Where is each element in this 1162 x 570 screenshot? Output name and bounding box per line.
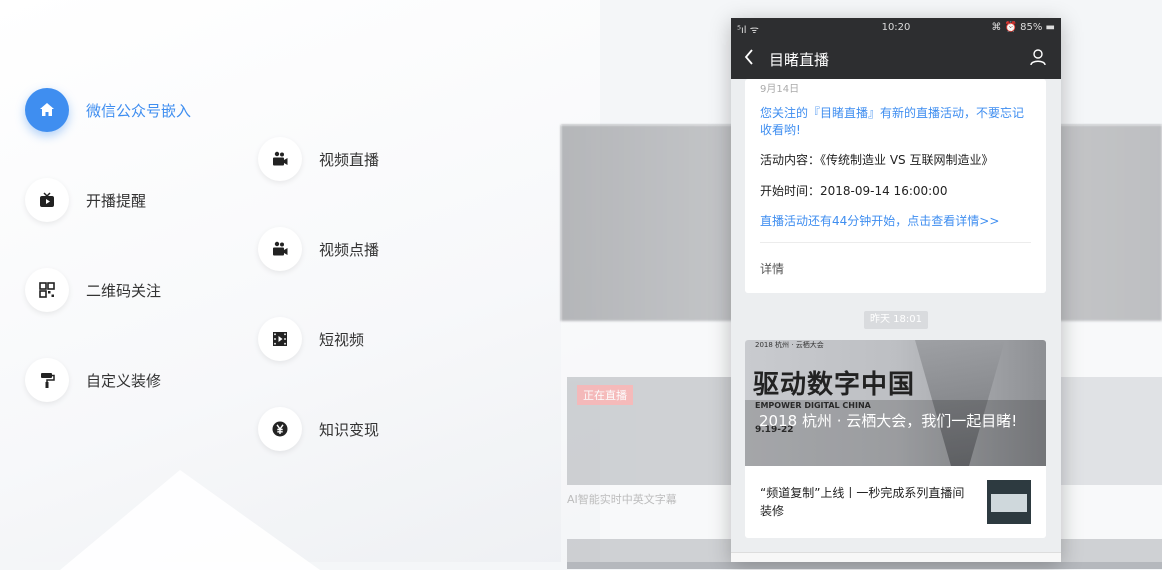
phone-mockup: ⁵ıl ᯤ 10:20 ⌘ ⏰ 85% ▬ 目睹直播 9月14日 您关注的『目睹… <box>731 18 1061 562</box>
feature-label: 知识变现 <box>319 420 380 439</box>
template-message-card[interactable]: 9月14日 您关注的『目睹直播』有新的直播活动，不要忘记收看哟! 活动内容：《传… <box>745 79 1046 293</box>
film-icon <box>258 317 302 361</box>
feature-label: 短视频 <box>319 330 365 349</box>
feature-wechat-embed[interactable]: 微信公众号嵌入 <box>25 88 191 132</box>
article-thumbnail[interactable] <box>987 480 1031 524</box>
feature-qrcode-follow[interactable]: 二维码关注 <box>25 268 161 312</box>
divider <box>760 242 1031 243</box>
cover-caption: 2018 杭州 · 云栖大会，我们一起目睹! <box>759 412 1018 430</box>
wechat-navbar: 目睹直播 <box>731 38 1061 79</box>
qrcode-icon <box>25 268 69 312</box>
message-remind-link[interactable]: 直播活动还有44分钟开始，点击查看详情>> <box>760 212 999 229</box>
message-date: 9月14日 <box>760 84 800 95</box>
nav-title: 目睹直播 <box>769 51 830 69</box>
bottom-menu-bar <box>731 552 1061 562</box>
feature-short-video[interactable]: 短视频 <box>258 317 364 361</box>
status-bar: ⁵ıl ᯤ 10:20 ⌘ ⏰ 85% ▬ <box>731 18 1061 38</box>
feature-label: 视频点播 <box>319 240 380 259</box>
user-icon[interactable] <box>1029 48 1047 66</box>
article-cover: 2018 杭州 · 云栖大会 驱动数字中国 EMPOWER DIGITAL CH… <box>745 340 1046 466</box>
home-icon <box>25 88 69 132</box>
feature-label: 开播提醒 <box>86 191 147 210</box>
tv-icon <box>25 178 69 222</box>
yen-icon <box>258 407 302 451</box>
feature-label: 二维码关注 <box>86 281 162 300</box>
feature-video-on-demand[interactable]: 视频点播 <box>258 227 379 271</box>
message-detail-link[interactable]: 详情 <box>760 260 784 277</box>
message-notice: 您关注的『目睹直播』有新的直播活动，不要忘记收看哟! <box>760 106 1025 137</box>
cover-headline: 驱动数字中国 <box>753 370 916 400</box>
paint-roller-icon <box>25 358 69 402</box>
message-start-time: 开始时间：2018-09-14 16:00:00 <box>760 184 948 198</box>
feature-live-reminder[interactable]: 开播提醒 <box>25 178 146 222</box>
decorative-triangle <box>60 470 320 570</box>
article-title[interactable]: “频道复制”上线丨一秒完成系列直播间装修 <box>760 484 975 520</box>
cover-event-label: 2018 杭州 · 云栖大会 <box>755 341 824 349</box>
battery-indicator: ⌘ ⏰ 85% ▬ <box>991 22 1055 33</box>
article-card[interactable]: 2018 杭州 · 云栖大会 驱动数字中国 EMPOWER DIGITAL CH… <box>745 340 1046 538</box>
back-icon[interactable] <box>743 47 755 72</box>
video-camera-icon <box>258 227 302 271</box>
chat-timestamp: 昨天 18:01 <box>864 311 928 329</box>
feature-custom-decoration[interactable]: 自定义装修 <box>25 358 161 402</box>
feature-knowledge-monetization[interactable]: 知识变现 <box>258 407 379 451</box>
video-camera-icon <box>258 137 302 181</box>
feature-label: 自定义装修 <box>86 371 162 390</box>
feature-label: 视频直播 <box>319 150 380 169</box>
feature-label: 微信公众号嵌入 <box>86 101 192 120</box>
message-activity: 活动内容：《传统制造业 VS 互联网制造业》 <box>760 153 994 167</box>
feature-video-live[interactable]: 视频直播 <box>258 137 379 181</box>
